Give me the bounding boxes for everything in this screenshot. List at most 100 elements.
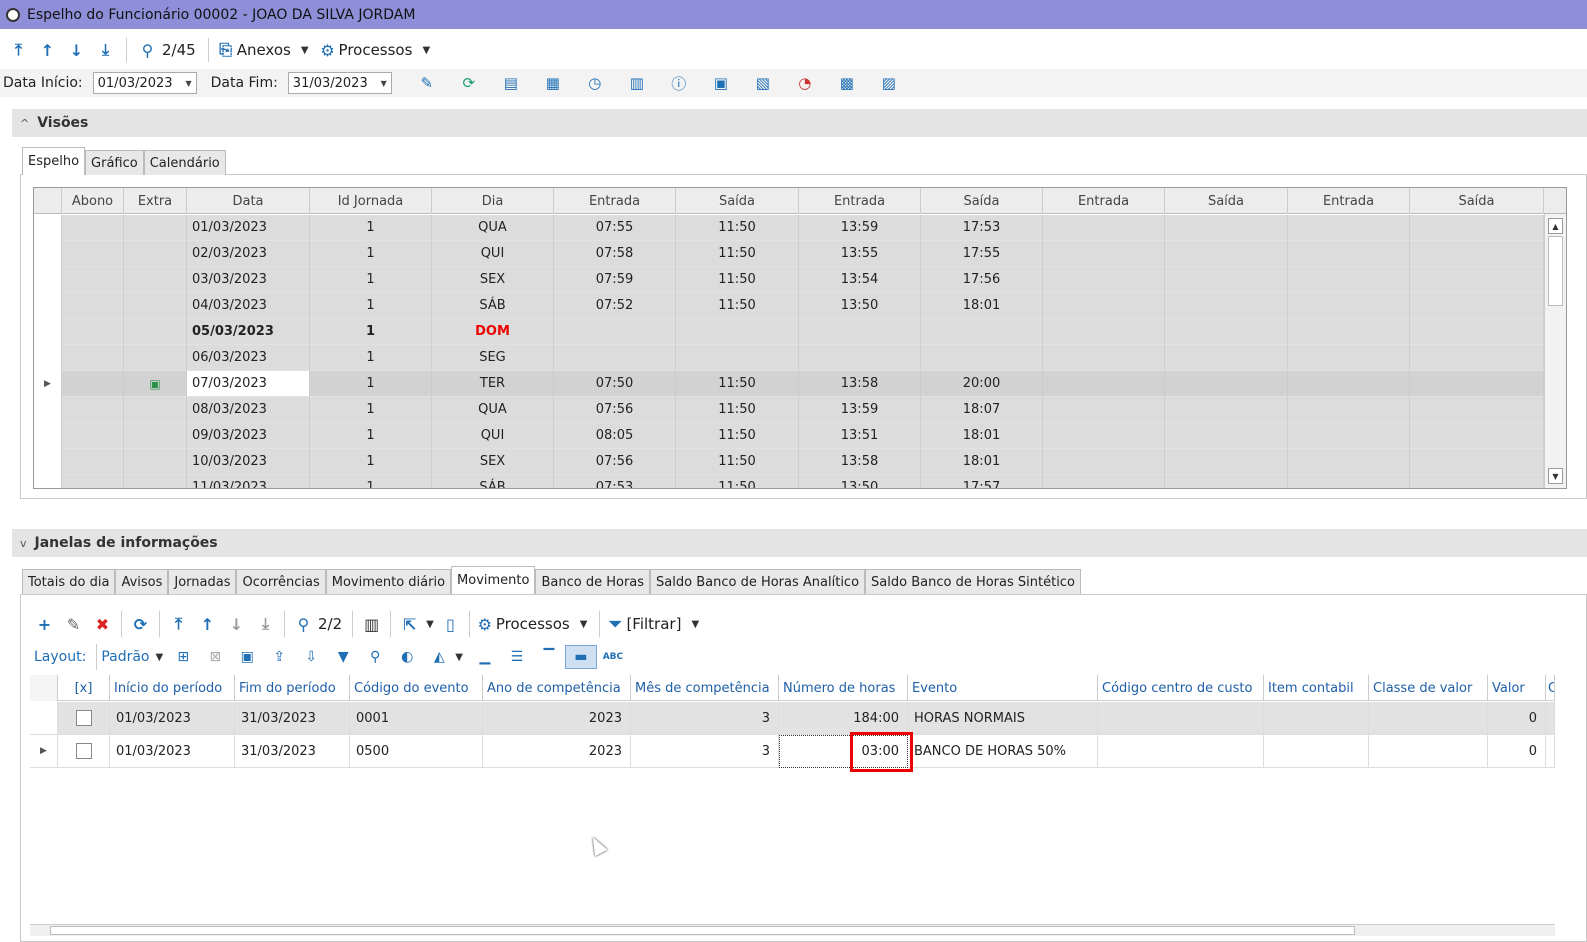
col-header-dia[interactable]: Dia [432,188,554,214]
cell-extra[interactable] [124,449,187,475]
cell-saida-1[interactable] [676,345,799,371]
cell-saida-3[interactable] [1165,293,1288,319]
last-record-icon[interactable]: ⤓ [251,611,280,637]
cell-entrada-1[interactable]: 07:56 [554,397,676,423]
cell-data[interactable]: 11/03/2023 [187,475,310,488]
cell-entrada-2[interactable]: 13:58 [799,449,921,475]
timesheet-row[interactable]: 11/03/2023 1 SÁB 07:53 11:50 13:50 17:57 [34,475,1544,488]
refresh-icon[interactable]: ⟳ [126,611,155,637]
cell-dia[interactable]: QUI [432,423,554,449]
cell-centro-custo[interactable] [1098,702,1264,735]
export-icon[interactable]: ⇱ [395,611,424,637]
tab-calendario[interactable]: Calendário [143,150,226,175]
previous-record-icon[interactable]: ↑ [33,38,62,62]
cell-entrada-4[interactable] [1288,475,1410,488]
cell-saida-2[interactable] [921,345,1043,371]
tab-totais-do-dia[interactable]: Totais do dia [22,569,116,594]
first-record-icon[interactable]: ⤒ [4,38,33,62]
cell-abono[interactable] [62,371,124,397]
cell-id-jornada[interactable]: 1 [310,215,432,241]
tab-espelho[interactable]: Espelho [22,147,86,175]
cell-entrada-3[interactable] [1043,423,1165,449]
cell-extra[interactable] [124,215,187,241]
cell-evento[interactable]: BANCO DE HORAS 50% [908,735,1098,768]
edit-icon[interactable]: ✎ [406,72,448,94]
timesheet-row[interactable]: ▶ ▣ 07/03/2023 1 TER 07:50 11:50 13:58 20:00 [34,371,1544,397]
col-header-entrada-2[interactable]: Entrada [799,188,921,214]
cell-id-jornada[interactable]: 1 [310,345,432,371]
cell-entrada-3[interactable] [1043,475,1165,488]
cell-select[interactable] [58,702,110,735]
cell-entrada-4[interactable] [1288,319,1410,345]
row-indicator[interactable] [34,319,62,345]
cell-dia[interactable]: QUI [432,241,554,267]
cell-dia[interactable]: DOM [432,319,554,345]
next-record-icon[interactable]: ↓ [62,38,91,62]
cell-extra[interactable] [124,267,187,293]
cell-evento[interactable]: HORAS NORMAIS [908,702,1098,735]
cell-saida-1[interactable]: 11:50 [676,293,799,319]
cell-select[interactable] [58,735,110,768]
col-header-saida-3[interactable]: Saída [1165,188,1288,214]
paperclip-icon[interactable]: ⎘ [215,38,237,62]
cell-ano[interactable]: 2023 [483,735,631,768]
chevron-down-icon[interactable]: ▼ [301,45,309,56]
attachments-button[interactable]: Anexos [237,41,291,59]
row-indicator[interactable] [34,267,62,293]
cell-entrada-2[interactable] [799,319,921,345]
paint-format-icon[interactable]: ▼ [327,645,359,669]
search-icon[interactable]: ⚲ [289,611,318,637]
cell-saida-1[interactable]: 11:50 [676,267,799,293]
gear-icon[interactable]: ⚙ [317,38,339,62]
chevron-down-icon[interactable]: ▼ [426,619,434,630]
cell-entrada-4[interactable] [1288,397,1410,423]
views-panel-header[interactable]: ^ Visões [12,109,1587,137]
cell-dia[interactable]: SEG [432,345,554,371]
chevron-up-icon[interactable]: ^ [20,117,29,130]
export-layout-icon[interactable]: ⇩ [295,645,327,669]
timesheet-row[interactable]: 02/03/2023 1 QUI 07:58 11:50 13:55 17:55 [34,241,1544,267]
cell-entrada-3[interactable] [1043,267,1165,293]
cell-entrada-4[interactable] [1288,345,1410,371]
timesheet-row[interactable]: 08/03/2023 1 QUA 07:56 11:50 13:59 18:07 [34,397,1544,423]
cell-saida-1[interactable]: 11:50 [676,215,799,241]
cell-entrada-3[interactable] [1043,371,1165,397]
cell-mes[interactable]: 3 [631,735,779,768]
cell-entrada-1[interactable]: 07:58 [554,241,676,267]
cell-codigo-evento[interactable]: 0001 [350,702,483,735]
document-settings-icon[interactable]: ▥ [616,72,658,94]
cell-saida-2[interactable]: 17:56 [921,267,1043,293]
columns-icon[interactable]: ▥ [357,611,386,637]
cell-abono[interactable] [62,293,124,319]
cell-saida-1[interactable]: 11:50 [676,397,799,423]
movement-processes-button[interactable]: Processos [496,615,570,633]
cell-entrada-4[interactable] [1288,371,1410,397]
table-icon[interactable]: ▧ [742,72,784,94]
document-clock-icon[interactable]: ▤ [490,72,532,94]
cell-entrada-3[interactable] [1043,449,1165,475]
cell-entrada-4[interactable] [1288,423,1410,449]
cell-entrada-3[interactable] [1043,345,1165,371]
col-header-fim[interactable]: Fim do período [235,675,350,701]
movement-row[interactable]: 01/03/2023 31/03/2023 0001 2023 3 184:00 HORAS… [30,702,1555,735]
previous-record-icon[interactable]: ↑ [193,611,222,637]
cell-saida-3[interactable] [1165,423,1288,449]
gear-icon[interactable]: ⚙ [474,611,496,637]
tab-movimento-diario[interactable]: Movimento diário [325,569,452,594]
filter-button[interactable]: [Filtrar] [626,615,681,633]
cell-data[interactable]: 04/03/2023 [187,293,310,319]
cell-entrada-2[interactable]: 13:55 [799,241,921,267]
cell-ano[interactable]: 2023 [483,702,631,735]
cell-entrada-4[interactable] [1288,267,1410,293]
row-indicator[interactable] [34,215,62,241]
cell-entrada-1[interactable]: 07:53 [554,475,676,488]
col-header-select[interactable]: [x] [58,675,110,701]
cell-dia[interactable]: SEX [432,449,554,475]
timesheet-row[interactable]: 04/03/2023 1 SÁB 07:52 11:50 13:50 18:01 [34,293,1544,319]
first-record-icon[interactable]: ⤒ [164,611,193,637]
col-header-truncated[interactable]: C [1546,675,1555,701]
cell-data[interactable]: 08/03/2023 [187,397,310,423]
cell-abono[interactable] [62,267,124,293]
cell-entrada-1[interactable]: 08:05 [554,423,676,449]
cell-entrada-3[interactable] [1043,319,1165,345]
